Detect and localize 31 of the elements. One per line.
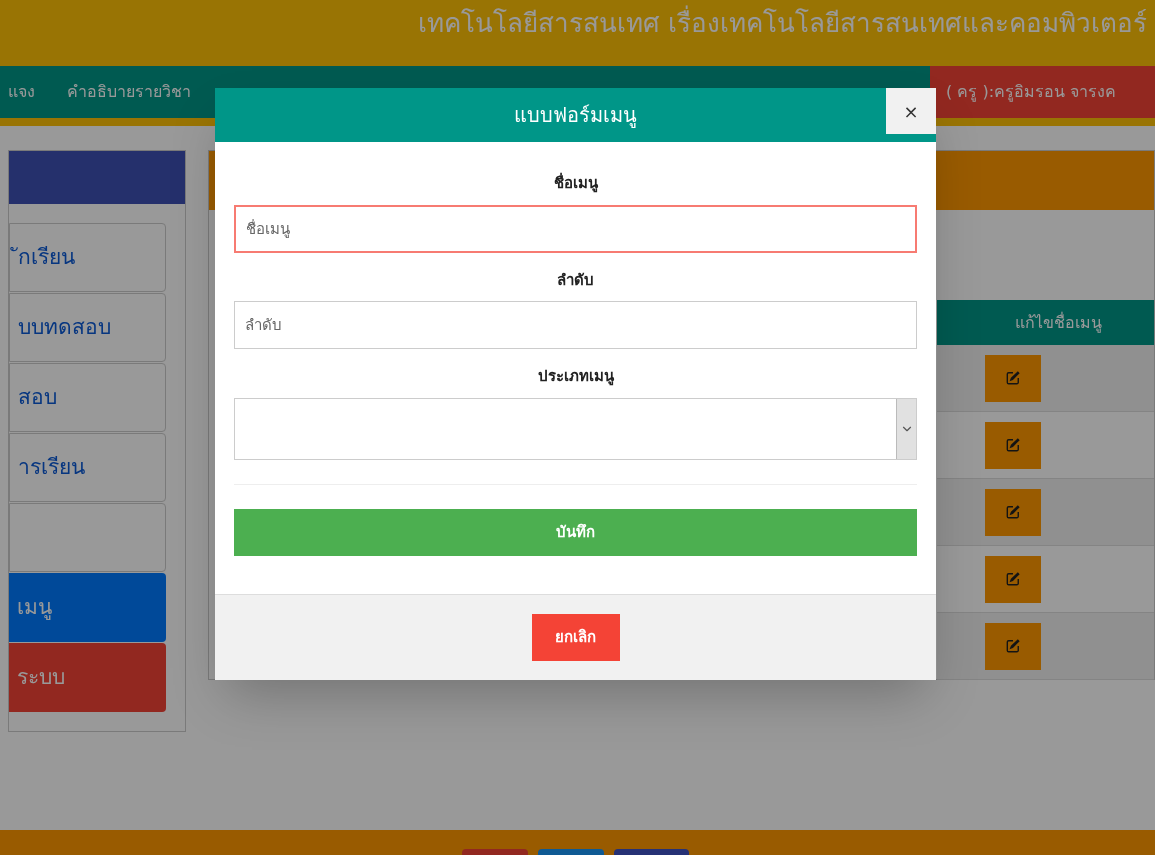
- edit-icon: [1006, 438, 1020, 452]
- modal-title: แบบฟอร์มเมนู: [514, 102, 637, 130]
- site-title: เทคโนโลยีสารสนเทศ เรื่องเทคโนโลยีสารสนเทศและคอมพิวเตอร์: [417, 4, 1147, 43]
- edit-button[interactable]: [985, 622, 1041, 670]
- column-header: แก้ไขชื่อเมนู: [937, 300, 1154, 345]
- select-field[interactable]: [234, 397, 917, 460]
- field-label: ชื่อเมนู: [552, 172, 599, 195]
- sidebar-item[interactable]: เมนู: [9, 573, 166, 642]
- sidebar-item[interactable]: สอบ: [9, 363, 166, 432]
- edit-icon: [1006, 505, 1020, 519]
- sidebar-item[interactable]: ระบบ: [9, 643, 166, 712]
- nav-link[interactable]: คำอธิบายรายวิชา: [67, 80, 191, 104]
- sidebar-item[interactable]: บบทดสอบ: [9, 293, 166, 362]
- user-label[interactable]: ( ครู ):ครูอิมรอน จารงค: [930, 66, 1155, 118]
- close-button[interactable]: ×: [886, 88, 936, 134]
- edit-button[interactable]: [985, 488, 1041, 536]
- sidebar-item[interactable]: ักเรียน: [9, 223, 166, 292]
- nav-link[interactable]: แจง: [8, 80, 35, 104]
- sidebar-item[interactable]: ารเรียน: [9, 433, 166, 502]
- cancel-button[interactable]: ยกเลิก: [531, 613, 620, 661]
- edit-icon: [1006, 572, 1020, 586]
- edit-icon: [1006, 371, 1020, 385]
- edit-button[interactable]: [985, 354, 1041, 402]
- edit-button[interactable]: [985, 421, 1041, 469]
- edit-button[interactable]: [985, 555, 1041, 603]
- save-button[interactable]: บันทึก: [234, 508, 917, 556]
- text-field[interactable]: ลำดับ: [234, 301, 917, 349]
- edit-icon: [1006, 639, 1020, 653]
- field-label: ประเภทเมนู: [536, 366, 615, 388]
- field-label: ลำดับ: [556, 269, 595, 291]
- text-field[interactable]: ชื่อเมนู: [234, 204, 917, 253]
